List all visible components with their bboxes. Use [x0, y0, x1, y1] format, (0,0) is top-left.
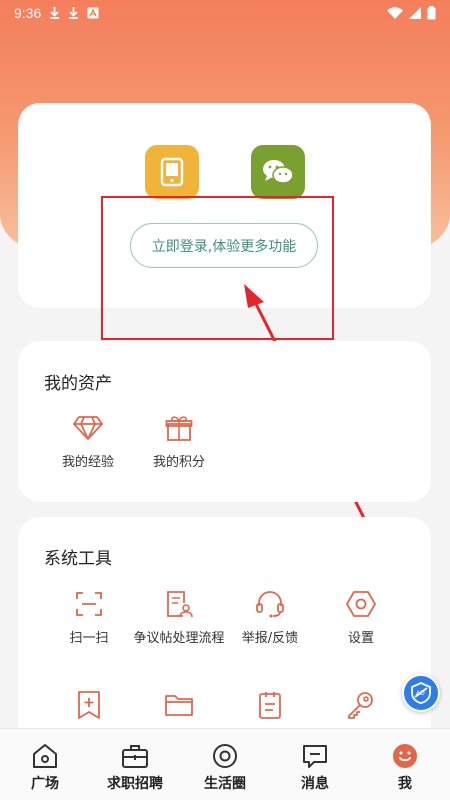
nav-me[interactable]: 我 [360, 729, 450, 800]
assets-card: 我的资产 我的经验 我的积分 [18, 341, 431, 502]
tools-title: 系统工具 [44, 549, 112, 569]
circle-icon [213, 744, 237, 768]
bottom-nav: 广场 求职招聘 生活圈 消息 我 [0, 728, 450, 800]
nav-jobs[interactable]: 求职招聘 [90, 729, 180, 800]
folder-item[interactable] [133, 688, 225, 722]
wechat-icon [262, 160, 294, 184]
diamond-icon [73, 416, 103, 440]
headset-icon [256, 591, 284, 618]
my-experience-label: 我的经验 [61, 455, 114, 470]
key-item[interactable] [315, 688, 407, 722]
battery-icon [427, 6, 436, 20]
report-feedback-item[interactable]: 举报/反馈 [224, 587, 316, 649]
login-card: 立即登录,体验更多功能 [18, 103, 431, 308]
settings-item[interactable]: 设置 [315, 587, 407, 649]
download-icon [69, 7, 79, 19]
login-button[interactable]: 立即登录,体验更多功能 [130, 223, 318, 268]
ad-block-icon: AD [411, 682, 431, 704]
clipboard-icon [259, 692, 281, 719]
my-points-label: 我的积分 [152, 455, 205, 470]
ad-block-badge[interactable]: AD [402, 674, 440, 712]
nav-life-circle[interactable]: 生活圈 [180, 729, 270, 800]
nav-messages-label: 消息 [301, 776, 329, 792]
tools-card: 系统工具 扫一扫 争议帖处理流程 举报/反馈 设置 [18, 517, 431, 747]
scan-item[interactable]: 扫一扫 [43, 587, 135, 649]
document-user-icon [167, 591, 193, 618]
assets-title: 我的资产 [44, 374, 112, 394]
briefcase-icon [122, 745, 148, 768]
signal-icon [409, 7, 421, 19]
report-feedback-label: 举报/反馈 [241, 631, 299, 646]
clipboard-item[interactable] [224, 688, 316, 722]
message-icon [303, 745, 327, 768]
settings-label: 设置 [347, 631, 374, 646]
key-icon [348, 692, 373, 719]
home-icon [33, 744, 57, 768]
scan-icon [76, 592, 102, 616]
status-bar: 9:36 [0, 0, 450, 26]
wechat-login-button[interactable] [250, 145, 305, 199]
nav-messages[interactable]: 消息 [270, 729, 360, 800]
phone-icon [160, 157, 183, 187]
scan-label: 扫一扫 [69, 631, 109, 646]
bookmark-add-item[interactable] [43, 688, 135, 722]
dispute-process-label: 争议帖处理流程 [133, 631, 225, 646]
nav-square[interactable]: 广场 [0, 729, 90, 800]
profile-icon [393, 744, 417, 768]
nav-square-label: 广场 [31, 776, 59, 792]
bookmark-add-icon [78, 691, 100, 719]
svg-text:AD: AD [416, 690, 425, 697]
phone-login-button[interactable] [144, 145, 199, 199]
dispute-process-item[interactable]: 争议帖处理流程 [133, 587, 225, 649]
wifi-icon [387, 7, 403, 19]
my-experience-item[interactable]: 我的经验 [42, 411, 134, 473]
my-points-item[interactable]: 我的积分 [133, 411, 225, 473]
download-icon [50, 7, 60, 19]
app-notification-icon [87, 7, 99, 19]
nav-jobs-label: 求职招聘 [107, 776, 163, 792]
gift-icon [165, 416, 193, 441]
status-time: 9:36 [14, 5, 42, 21]
nav-life-circle-label: 生活圈 [204, 776, 246, 792]
hexagon-settings-icon [346, 591, 376, 617]
nav-me-label: 我 [398, 776, 412, 792]
folder-icon [165, 695, 193, 716]
